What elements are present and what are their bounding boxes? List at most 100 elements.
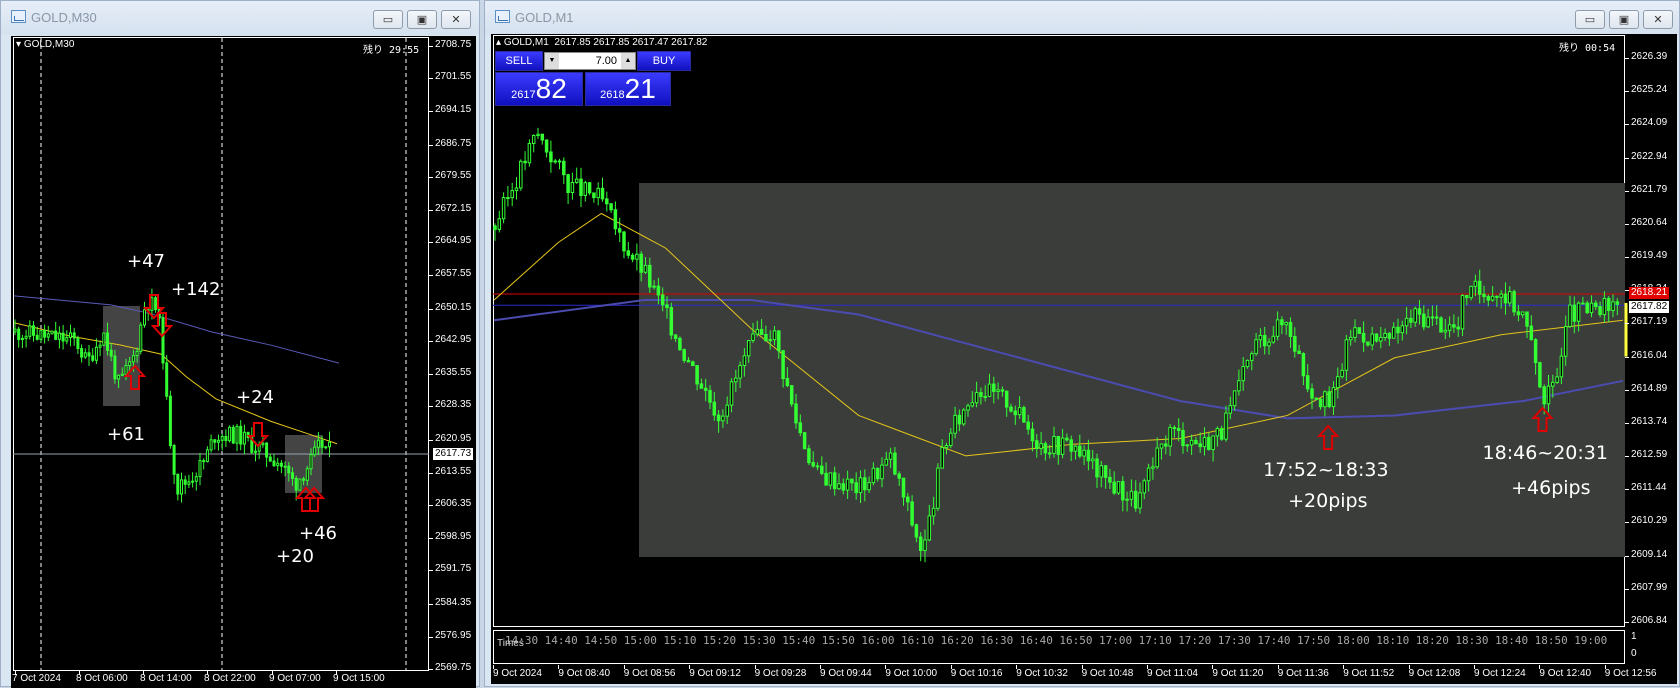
candle-body <box>979 392 983 397</box>
date-axis-label: 8 Oct 14:00 <box>140 673 192 684</box>
candle-body <box>501 197 506 220</box>
candle-body <box>854 482 858 494</box>
chart-window-icon <box>11 10 26 23</box>
date-axis-label: 9 Oct 12:08 <box>1408 668 1461 679</box>
title-bar[interactable]: GOLD,M1 ▭ ▣ ✕ <box>485 1 1679 35</box>
restore-button[interactable]: ▣ <box>1609 10 1639 29</box>
minimize-button[interactable]: ▭ <box>373 10 403 29</box>
buy-price-button[interactable]: 261821 <box>585 72 671 106</box>
close-button[interactable]: ✕ <box>441 10 471 29</box>
candle-body <box>320 439 324 448</box>
candle-body <box>28 325 32 337</box>
price-axis-label: 2606.35 <box>435 497 472 509</box>
candle-body <box>87 352 91 357</box>
trade2-pips-annotation: +46pips <box>1511 477 1591 499</box>
candle-body <box>553 160 557 163</box>
price-chart-canvas[interactable] <box>11 36 476 688</box>
candle-body <box>313 446 317 456</box>
date-axis-label: 9 Oct 12:56 <box>1604 668 1657 679</box>
candle-body <box>1095 458 1099 478</box>
symbol-text: GOLD,M30 <box>23 39 75 50</box>
candle-body <box>1086 449 1091 462</box>
candle-body <box>1219 428 1224 440</box>
sell-price-button[interactable]: 261782 <box>495 72 583 106</box>
close-button[interactable]: ✕ <box>1643 10 1673 29</box>
symbol-label[interactable]: ▴ GOLD,M1 2617.85 2617.85 2617.47 2617.8… <box>496 37 707 48</box>
candle-body <box>643 264 648 273</box>
candle-body <box>536 133 540 137</box>
lot-size-field[interactable]: ▼ 7.00 ▲ <box>544 52 636 70</box>
title-bar[interactable]: GOLD,M30 ▭ ▣ ✕ <box>1 1 479 35</box>
candle-body <box>72 332 76 339</box>
candle-body <box>777 330 781 352</box>
time-label: 16:30 <box>980 634 1014 647</box>
candle-body <box>574 178 579 183</box>
chart-area[interactable]: ▾ GOLD,M30 残り 29:55 2708.75 2701.55 2694.1… <box>11 36 476 688</box>
lot-decrease-icon[interactable]: ▼ <box>545 53 559 69</box>
candle-body <box>83 352 87 358</box>
candle-body <box>729 381 734 406</box>
symbol-text: GOLD,M1 <box>503 37 549 48</box>
date-axis-label: 9 Oct 12:40 <box>1539 668 1592 679</box>
candle-body <box>824 472 828 486</box>
price-tick <box>429 668 433 670</box>
candle-body <box>802 432 807 450</box>
candle-body <box>635 253 639 260</box>
candle-body <box>294 477 298 491</box>
trade1-time-annotation: 17:52~18:33 <box>1263 459 1389 481</box>
candle-body <box>1391 326 1396 339</box>
lot-value[interactable]: 7.00 <box>596 55 617 67</box>
candle-body <box>1305 375 1310 390</box>
candle-body <box>39 329 43 340</box>
chart-area[interactable]: ▴ GOLD,M1 2617.85 2617.85 2617.47 2617.8… <box>491 34 1677 684</box>
pips-annotation: +20 <box>276 546 314 567</box>
buy-button[interactable]: BUY <box>637 51 691 71</box>
date-axis-label: 9 Oct 08:56 <box>623 668 676 679</box>
candle-body <box>1224 412 1228 440</box>
price-tick <box>1625 422 1629 424</box>
candle-body <box>1030 428 1035 442</box>
candle-body <box>242 431 246 445</box>
candle-body <box>669 307 674 336</box>
candle-body <box>161 317 165 364</box>
price-tick <box>429 504 433 506</box>
candle-body <box>936 467 940 509</box>
symbol-label[interactable]: ▾ GOLD,M30 <box>16 39 74 50</box>
candle-body <box>716 414 721 422</box>
price-axis-label: 2621.79 <box>1631 183 1668 195</box>
candle-body <box>1284 321 1288 326</box>
candle-body <box>1430 316 1435 319</box>
candle-body <box>272 460 276 467</box>
price-axis-label: 2650.15 <box>435 301 472 313</box>
candle-body <box>605 198 609 205</box>
candle-body <box>863 477 867 491</box>
candle-body <box>1585 302 1589 314</box>
candle-body <box>1327 391 1331 408</box>
candle-body <box>1108 476 1112 483</box>
lot-increase-icon[interactable]: ▲ <box>621 53 635 69</box>
candle-body <box>1164 443 1168 447</box>
collapse-triangle-icon: ▴ <box>496 37 504 48</box>
candle-body <box>734 377 738 383</box>
price-tick <box>429 46 433 47</box>
candle-body <box>794 403 798 424</box>
candle-body <box>124 364 128 375</box>
candle-body <box>1348 336 1353 341</box>
candle-body <box>43 329 47 338</box>
time-label: 15:20 <box>703 634 737 647</box>
candle-body <box>974 392 979 404</box>
minimize-button[interactable]: ▭ <box>1575 10 1605 29</box>
candle-body <box>845 478 850 491</box>
candle-body <box>1606 297 1611 311</box>
candle-body <box>596 187 600 199</box>
candle-body <box>764 333 768 342</box>
candle-body <box>1207 436 1211 451</box>
candle-body <box>871 467 876 484</box>
price-axis-label: 2613.55 <box>435 465 472 477</box>
candle-body <box>1271 335 1276 343</box>
candle-body <box>24 335 28 339</box>
restore-button[interactable]: ▣ <box>407 10 437 29</box>
candle-body <box>557 160 562 163</box>
price-chart-canvas[interactable] <box>491 34 1677 684</box>
sell-button[interactable]: SELL <box>495 51 543 71</box>
